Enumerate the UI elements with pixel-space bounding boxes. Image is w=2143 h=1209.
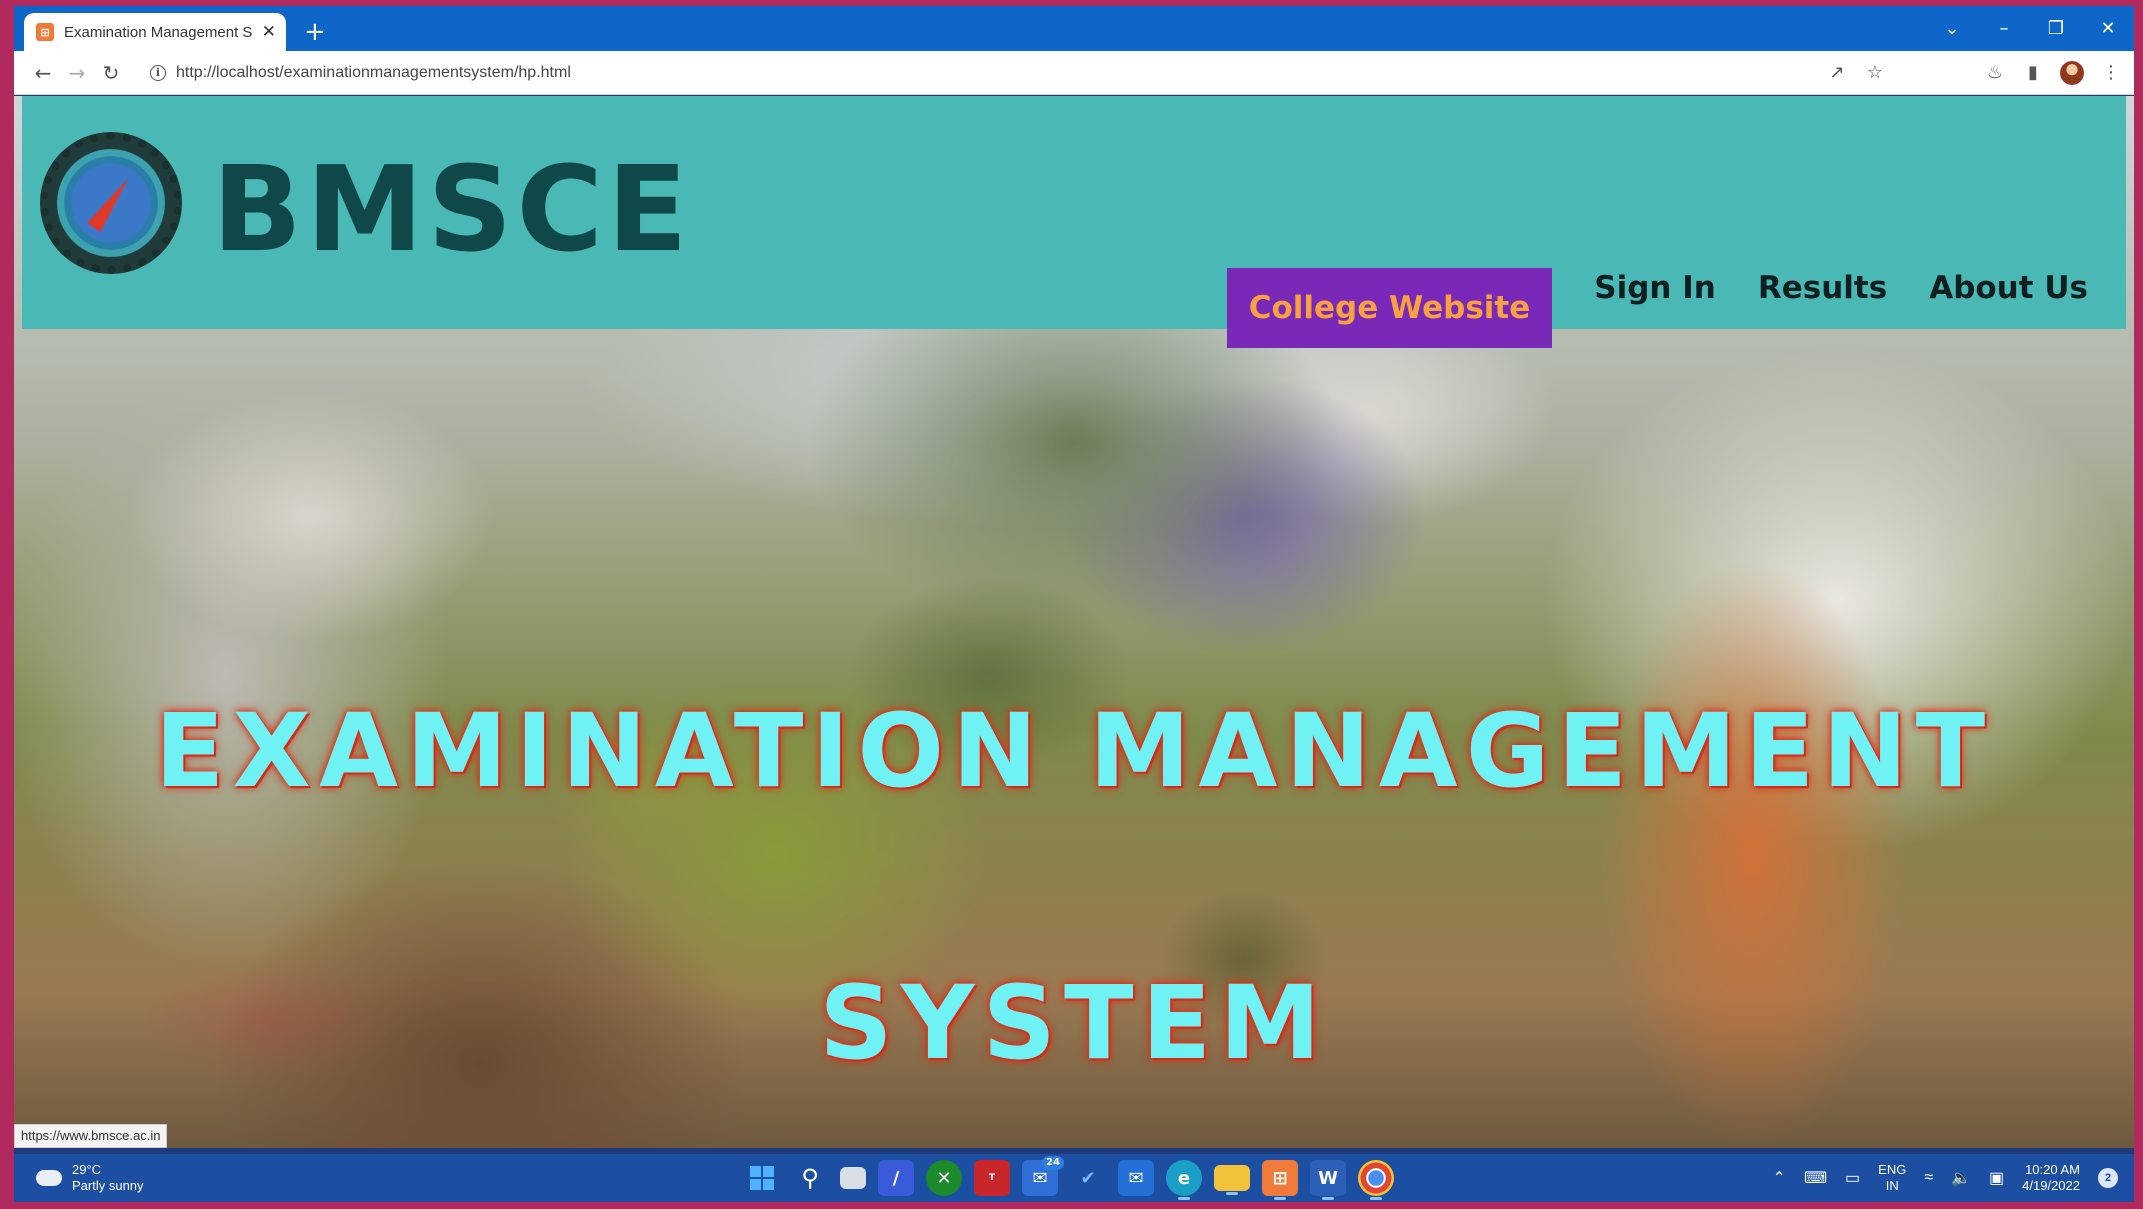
logo-bolt [87, 173, 135, 233]
tab-examination-management[interactable]: ⊞ Examination Management System ✕ [24, 13, 286, 51]
star-icon[interactable]: ☆ [1864, 62, 1886, 83]
bmsce-logo-icon [40, 132, 182, 274]
todo-icon[interactable]: ✔ [1070, 1160, 1106, 1196]
task-view-icon[interactable] [840, 1167, 866, 1189]
minimize-icon[interactable]: – [1978, 18, 2030, 39]
back-icon[interactable]: ← [26, 61, 60, 85]
weather-widget[interactable]: 29°C Partly sunny [32, 1162, 144, 1194]
system-tray: ⌃ ⌨ ▭ ENG IN ≈ 🔈 ▣ 10:20 AM 4/19/2022 2 [1773, 1154, 2118, 1202]
wifi-icon[interactable]: ≈ [1924, 1169, 1933, 1187]
keyboard-icon[interactable]: ⌨ [1804, 1168, 1827, 1188]
windows-start-icon[interactable] [744, 1160, 780, 1196]
status-bar-url: https://www.bmsce.ac.in [14, 1124, 168, 1148]
app-studio-icon[interactable]: ∕ [878, 1160, 914, 1196]
partly-sunny-icon [32, 1164, 62, 1186]
word-icon[interactable]: W [1310, 1160, 1346, 1200]
restore-icon[interactable]: ❐ [2030, 18, 2082, 39]
menu-icon[interactable]: ⋮ [2100, 62, 2122, 83]
mail-badge: 24 [1042, 1156, 1064, 1170]
mail-app-icon[interactable]: ✉ 24 [1022, 1156, 1064, 1196]
windows-taskbar: 29°C Partly sunny ⚲ ∕ ✕ T ✉24 ✔ ✉ e ⊞ W [14, 1154, 2134, 1202]
xampp-icon[interactable]: ⊞ [1262, 1160, 1298, 1200]
brand-title: BMSCE [212, 140, 692, 278]
notification-badge[interactable]: 2 [2098, 1168, 2118, 1188]
weather-temp: 29°C [72, 1162, 102, 1177]
search-icon[interactable]: ⚲ [792, 1160, 828, 1196]
volume-icon[interactable]: 🔈 [1951, 1168, 1971, 1188]
battery-icon[interactable]: ▣ [1989, 1168, 2004, 1188]
tab-search-icon[interactable]: ⌄ [1926, 18, 1978, 39]
xampp-favicon-icon: ⊞ [36, 23, 54, 41]
close-tab-icon[interactable]: ✕ [262, 22, 276, 42]
clock-time: 10:20 AM [2025, 1162, 2080, 1177]
nav-sign-in[interactable]: Sign In [1594, 270, 1716, 306]
lang-primary: ENG [1878, 1162, 1907, 1177]
side-panel-icon[interactable]: ▮ [2022, 62, 2044, 83]
site-header: BMSCE College Website Sign In Results Ab… [22, 96, 2126, 348]
typing-app-icon[interactable]: T [974, 1160, 1010, 1196]
weather-text: 29°C Partly sunny [72, 1162, 144, 1194]
weather-desc: Partly sunny [72, 1178, 144, 1193]
nav-results[interactable]: Results [1758, 270, 1887, 306]
browser-window: ⊞ Examination Management System ✕ + ⌄ – … [14, 6, 2134, 1202]
taskbar-apps: ⚲ ∕ ✕ T ✉ 24 ✔ ✉ e ⊞ W [744, 1154, 1394, 1202]
omnibox-actions: ↗ ☆ [1826, 62, 1886, 83]
lang-region: IN [1885, 1178, 1899, 1193]
page-viewport: BMSCE College Website Sign In Results Ab… [14, 96, 2134, 1148]
edge-browser-icon[interactable]: e [1166, 1160, 1202, 1200]
windows-logo [750, 1166, 774, 1190]
pen-tablet-icon[interactable]: ▭ [1845, 1168, 1860, 1188]
show-hidden-icons-icon[interactable]: ⌃ [1773, 1168, 1786, 1188]
nav-about-us[interactable]: About Us [1929, 270, 2088, 306]
extensions-icon[interactable]: ♨ [1984, 62, 2006, 83]
hero-title-line1: EXAMINATION MANAGEMENT [154, 692, 1994, 811]
college-website-button[interactable]: College Website [1226, 268, 1553, 348]
tab-strip: ⊞ Examination Management System ✕ + ⌄ – … [14, 6, 2134, 51]
chrome-icon[interactable] [1358, 1160, 1394, 1200]
file-explorer-icon[interactable] [1214, 1165, 1250, 1195]
language-indicator[interactable]: ENG IN [1878, 1162, 1906, 1194]
address-bar[interactable]: i http://localhost/examinationmanagement… [138, 55, 1898, 90]
browser-toolbar: ← → ↻ i http://localhost/examinationmana… [14, 51, 2134, 95]
hero-title-line2: SYSTEM [819, 964, 1329, 1083]
site-nav: College Website Sign In Results About Us [1226, 248, 2088, 348]
reload-icon[interactable]: ↻ [94, 61, 128, 85]
profile-avatar[interactable] [2060, 60, 2084, 85]
info-icon[interactable]: i [150, 64, 166, 81]
outlook-mail-icon[interactable]: ✉ [1118, 1160, 1154, 1196]
new-tab-button[interactable]: + [304, 17, 326, 47]
window-controls: ⌄ – ❐ ✕ [1926, 6, 2134, 51]
xbox-icon[interactable]: ✕ [926, 1160, 962, 1196]
forward-icon[interactable]: → [60, 61, 94, 85]
address-url[interactable]: http://localhost/examinationmanagementsy… [176, 64, 571, 82]
toolbar-actions: ♨ ▮ ⋮ [1984, 60, 2122, 85]
clock[interactable]: 10:20 AM 4/19/2022 [2022, 1162, 2080, 1194]
share-icon[interactable]: ↗ [1826, 62, 1848, 83]
tab-title: Examination Management System [64, 23, 252, 41]
clock-date: 4/19/2022 [2022, 1178, 2080, 1193]
close-window-icon[interactable]: ✕ [2082, 18, 2134, 39]
